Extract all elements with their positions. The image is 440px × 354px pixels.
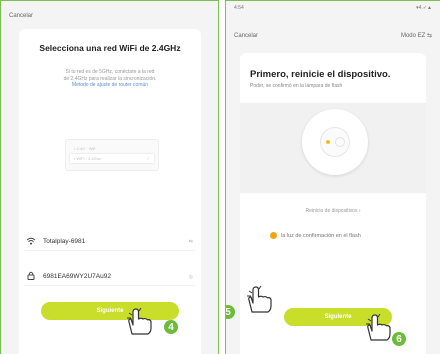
power-button-icon	[335, 137, 345, 147]
status-time: 4:54	[234, 5, 244, 11]
network-field[interactable]: Totalplay-6981 ⇆	[25, 233, 195, 251]
status-icons: ▾4.✓▲	[416, 5, 432, 11]
wifi-illustration: • 2.4G · Wifi • WiFi · 2.4Ghz ✓	[65, 139, 159, 171]
device-reset-screen: 4:54 ▾4.✓▲ Cancelar Modo EZ ⇆ Primero, r…	[225, 0, 440, 354]
hint-line-2: de 2.4GHz para realizar la sincronizació…	[63, 75, 157, 82]
illustration-row-label: • WiFi · 2.4Ghz	[74, 156, 101, 161]
wifi-select-screen: Cancelar Selecciona una red WiFi de 2.4G…	[0, 0, 219, 354]
indicator-light	[326, 140, 330, 144]
hint-text: Si tu red es de 5GHz, conéctate a la red…	[33, 69, 187, 89]
check-icon: ✓	[146, 156, 150, 161]
page-title: Selecciona una red WiFi de 2.4GHz	[39, 43, 181, 53]
wifi-icon	[25, 237, 37, 247]
password-field[interactable]: 6981EA69WY2U7Au92 ◎	[25, 268, 195, 286]
next-button[interactable]: Siguiente	[41, 302, 179, 320]
password-value: 6981EA69WY2U7Au92	[43, 273, 111, 280]
confirm-checkbox[interactable]: la luz de confirmación en el flash	[270, 232, 361, 239]
step-badge-6: 6	[392, 332, 406, 346]
smart-plug-icon	[320, 127, 350, 157]
illustration-row-selected: • WiFi · 2.4Ghz ✓	[70, 154, 154, 163]
swap-icon: ⇆	[426, 33, 432, 39]
network-name: Totalplay-6981	[43, 238, 86, 245]
status-bar: 4:54 ▾4.✓▲	[234, 3, 432, 13]
switch-network-icon[interactable]: ⇆	[189, 239, 193, 245]
show-password-icon[interactable]: ◎	[189, 274, 193, 280]
confirm-label: la luz de confirmación en el flash	[281, 232, 361, 239]
top-bar: Cancelar	[1, 13, 218, 19]
tap-hand-icon	[362, 313, 396, 341]
page-title: Primero, reinicie el dispositivo.	[250, 69, 391, 80]
mode-label: Modo EZ	[400, 33, 426, 39]
cancel-button[interactable]: Cancelar	[234, 33, 258, 39]
router-guide-link[interactable]: Método de ajuste de router común	[33, 82, 187, 89]
step-badge-5: 5	[226, 305, 235, 319]
reset-devices-link[interactable]: Reinicio de dispositivos ›	[240, 208, 426, 214]
top-bar: Cancelar Modo EZ ⇆	[226, 32, 440, 40]
mode-switch-button[interactable]: Modo EZ ⇆	[401, 32, 432, 39]
wifi-card: Selecciona una red WiFi de 2.4GHz Si tu …	[19, 29, 201, 354]
device-circle	[302, 109, 368, 175]
tap-hand-icon	[243, 285, 277, 313]
hint-line-1: Si tu red es de 5GHz, conéctate a la red	[65, 69, 155, 75]
tap-hand-icon	[123, 307, 157, 335]
illustration-row: • 2.4G · Wifi	[74, 144, 150, 153]
step-badge-4: 4	[164, 320, 178, 334]
page-subtitle: Poder, se confirmó en la lámpara de flas…	[250, 83, 343, 89]
lock-icon	[25, 271, 37, 282]
illustration-row-label: • 2.4G · Wifi	[74, 146, 96, 151]
cancel-button[interactable]: Cancelar	[9, 13, 33, 19]
radio-checked-icon[interactable]	[270, 232, 277, 239]
device-illustration	[240, 103, 426, 193]
